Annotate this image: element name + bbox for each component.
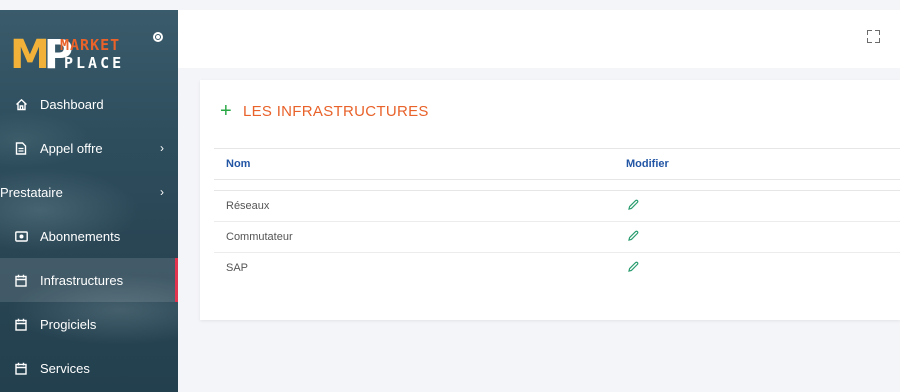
fullscreen-icon[interactable] — [867, 30, 880, 43]
sidebar-toggle-icon[interactable] — [153, 32, 163, 42]
column-header-nom: Nom — [226, 158, 251, 170]
home-icon — [14, 97, 28, 111]
calendar-icon — [14, 361, 28, 375]
row-name: Réseaux — [226, 200, 270, 212]
row-name: SAP — [226, 262, 249, 274]
infrastructures-card: + LES INFRASTRUCTURES Nom Modifier Résea… — [200, 80, 900, 320]
pencil-icon — [628, 230, 639, 241]
file-icon — [14, 141, 28, 155]
column-header-modifier: Modifier — [626, 158, 669, 170]
edit-button[interactable] — [626, 198, 640, 215]
sidebar-item-prestataire[interactable]: Prestataire › — [0, 170, 178, 214]
calendar-icon — [14, 317, 28, 331]
sidebar-item-infrastructures[interactable]: Infrastructures — [0, 258, 178, 302]
sidebar-item-services[interactable]: Services — [0, 346, 178, 390]
sidebar-item-label: Infrastructures — [40, 272, 124, 288]
sidebar-item-label: Dashboard — [40, 96, 104, 112]
pencil-icon — [628, 199, 639, 210]
sidebar-item-label: Progiciels — [40, 316, 97, 332]
chevron-right-icon: › — [160, 141, 164, 155]
logo-line2: PLACE — [64, 54, 125, 72]
sidebar: MP MARKET PLACE Dashboard Appel offre › … — [0, 10, 178, 392]
table-row: Réseaux — [214, 191, 900, 222]
chevron-right-icon: › — [160, 185, 164, 199]
edit-button[interactable] — [626, 229, 640, 246]
card-title: LES INFRASTRUCTURES — [242, 102, 429, 120]
add-icon[interactable]: + — [220, 101, 232, 121]
sidebar-item-label: Services — [40, 360, 90, 376]
sidebar-item-appel-offre[interactable]: Appel offre › — [0, 126, 178, 170]
pencil-icon — [628, 261, 639, 272]
logo-line1: MARKET — [60, 36, 121, 54]
card-header: + LES INFRASTRUCTURES — [220, 101, 429, 121]
table-header: Nom Modifier — [214, 148, 900, 180]
edit-button[interactable] — [626, 260, 640, 277]
table-row: SAP — [214, 253, 900, 283]
market-place-logo[interactable]: MP MARKET PLACE — [10, 32, 140, 78]
calendar-icon — [14, 273, 28, 287]
top-bar — [178, 10, 900, 68]
sidebar-item-progiciels[interactable]: Progiciels — [0, 302, 178, 346]
row-name: Commutateur — [226, 231, 293, 243]
sidebar-item-label: Appel offre — [40, 140, 103, 156]
sidebar-item-dashboard[interactable]: Dashboard — [0, 82, 178, 126]
sidebar-item-label: Abonnements — [40, 228, 121, 244]
sidebar-item-label: Prestataire — [0, 184, 63, 200]
logo-mark: MP — [10, 32, 73, 78]
sidebar-item-abonnements[interactable]: Abonnements — [0, 214, 178, 258]
money-icon — [14, 229, 28, 243]
table-row: Commutateur — [214, 222, 900, 253]
